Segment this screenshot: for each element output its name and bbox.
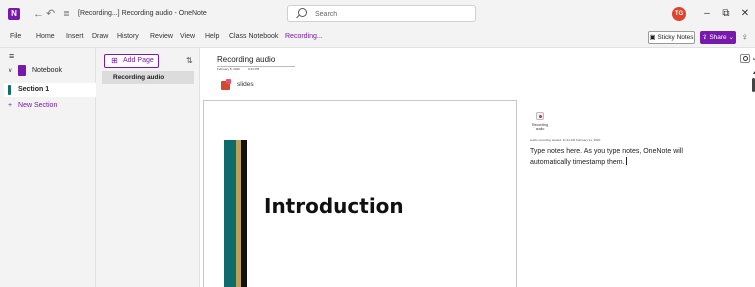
attachment-label[interactable]: slides bbox=[237, 80, 254, 90]
search-box[interactable] bbox=[287, 5, 476, 22]
notebook-label: Notebook bbox=[32, 67, 62, 74]
audio-recording-icon[interactable] bbox=[536, 112, 544, 120]
section-label: Section 1 bbox=[18, 86, 50, 93]
add-page-button[interactable]: ⊞ Add Page bbox=[104, 54, 159, 68]
close-icon: ✕ bbox=[740, 8, 750, 19]
section-item[interactable]: Section 1 bbox=[4, 83, 96, 97]
page-time: 9:44 PM bbox=[248, 67, 260, 71]
chevron-down-icon: ∨ bbox=[8, 68, 13, 74]
add-page-icon: ⊞ bbox=[111, 56, 118, 65]
search-icon bbox=[298, 8, 307, 17]
text-cursor bbox=[625, 157, 627, 165]
notes-text-content: Type notes here. As you type notes, OneN… bbox=[530, 148, 683, 166]
tab-history[interactable]: History bbox=[117, 28, 139, 46]
audio-meta: Audio recording started: 11:44 AM Februa… bbox=[530, 138, 601, 142]
tab-help[interactable]: Help bbox=[205, 28, 219, 46]
sticky-notes-label: Sticky Notes bbox=[657, 34, 694, 41]
window-title: [Recording...] Recording audio - OneNote bbox=[78, 10, 207, 17]
restore-button[interactable]: ⧉ bbox=[717, 4, 735, 24]
restore-icon: ⧉ bbox=[722, 8, 730, 19]
audio-label: Recording audio bbox=[532, 123, 548, 131]
new-section-button[interactable]: + New Section bbox=[8, 100, 57, 112]
onenote-app-icon: N bbox=[8, 8, 20, 20]
person-icon[interactable]: ♀ bbox=[741, 31, 751, 44]
close-button[interactable]: ✕ bbox=[736, 4, 754, 24]
tab-view[interactable]: View bbox=[180, 28, 195, 46]
chevron-down-icon: ⌄ bbox=[728, 34, 734, 41]
customize-quick-access-icon[interactable]: ≣ bbox=[63, 6, 70, 22]
ribbon-tabs: File Home Insert Draw History Review Vie… bbox=[0, 28, 755, 48]
zoom-button[interactable] bbox=[740, 54, 750, 63]
page-date: February 6, 2020 bbox=[217, 67, 240, 71]
notebook-icon bbox=[18, 65, 26, 76]
notebook-selector[interactable]: ∨ Notebook bbox=[8, 64, 94, 78]
powerpoint-file-icon[interactable] bbox=[221, 79, 231, 90]
tab-review[interactable]: Review bbox=[150, 28, 173, 46]
page-list: ⊞ Add Page ⇅ Recording audio bbox=[96, 48, 200, 287]
section-color-tab bbox=[8, 85, 11, 95]
search-input[interactable] bbox=[315, 8, 465, 20]
tab-draw[interactable]: Draw bbox=[92, 28, 108, 46]
add-page-label: Add Page bbox=[123, 57, 154, 64]
slide-stripe-black bbox=[241, 140, 247, 287]
sticky-notes-button[interactable]: ▣ Sticky Notes bbox=[648, 31, 695, 44]
minimize-icon: – bbox=[704, 8, 710, 19]
page-list-item[interactable]: Recording audio bbox=[102, 71, 194, 84]
share-button[interactable]: ⇪ Share ⌄ bbox=[700, 31, 736, 44]
plus-icon: + bbox=[8, 102, 13, 109]
new-section-label: New Section bbox=[18, 102, 58, 109]
tab-recording[interactable]: Recording... bbox=[285, 28, 323, 46]
page-title[interactable]: Recording audio bbox=[217, 55, 275, 65]
zoom-icon bbox=[743, 56, 748, 61]
slide-printout[interactable]: Introduction bbox=[203, 100, 517, 287]
share-icon: ⇪ bbox=[702, 34, 708, 41]
share-label: Share bbox=[709, 34, 727, 41]
tab-class-notebook[interactable]: Class Notebook bbox=[229, 28, 278, 46]
sticky-notes-icon: ▣ bbox=[649, 34, 656, 41]
tab-insert[interactable]: Insert bbox=[66, 28, 84, 46]
avatar[interactable]: TG bbox=[672, 7, 686, 21]
back-icon[interactable]: ← bbox=[33, 6, 44, 22]
notes-text[interactable]: Type notes here. As you type notes, OneN… bbox=[530, 147, 710, 168]
undo-icon[interactable]: ↶ bbox=[46, 6, 55, 22]
notebook-navigation: ≡ ∨ Notebook Section 1 + New Section bbox=[0, 48, 96, 287]
slide-stripe-teal bbox=[224, 140, 236, 287]
title-bar: N ← ↶ ≣ [Recording...] Recording audio -… bbox=[0, 0, 755, 28]
slide-heading: Introduction bbox=[264, 194, 404, 218]
tab-file[interactable]: File bbox=[10, 28, 21, 46]
tab-home[interactable]: Home bbox=[36, 28, 55, 46]
page-canvas[interactable]: Recording audio February 6, 2020 9:44 PM… bbox=[200, 48, 755, 287]
minimize-button[interactable]: – bbox=[698, 4, 716, 24]
hamburger-menu-icon[interactable]: ≡ bbox=[9, 51, 14, 61]
sort-icon[interactable]: ⇅ bbox=[186, 56, 193, 66]
page-list-item-label: Recording audio bbox=[113, 74, 165, 81]
